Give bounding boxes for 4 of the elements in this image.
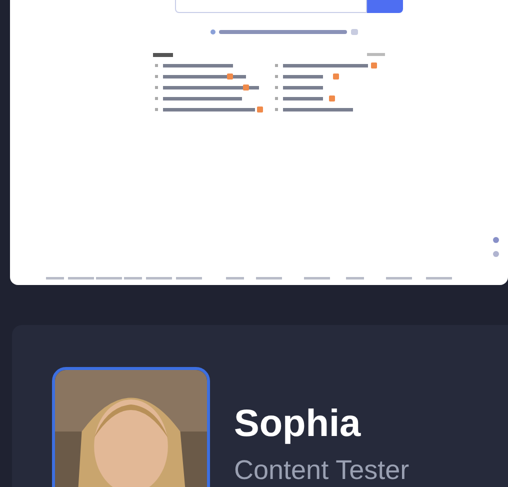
profile-role: Content Tester (234, 454, 410, 487)
profile-name: Sophia (234, 402, 362, 447)
side-dots-icon[interactable] (492, 236, 500, 258)
search-button[interactable] (367, 0, 403, 13)
